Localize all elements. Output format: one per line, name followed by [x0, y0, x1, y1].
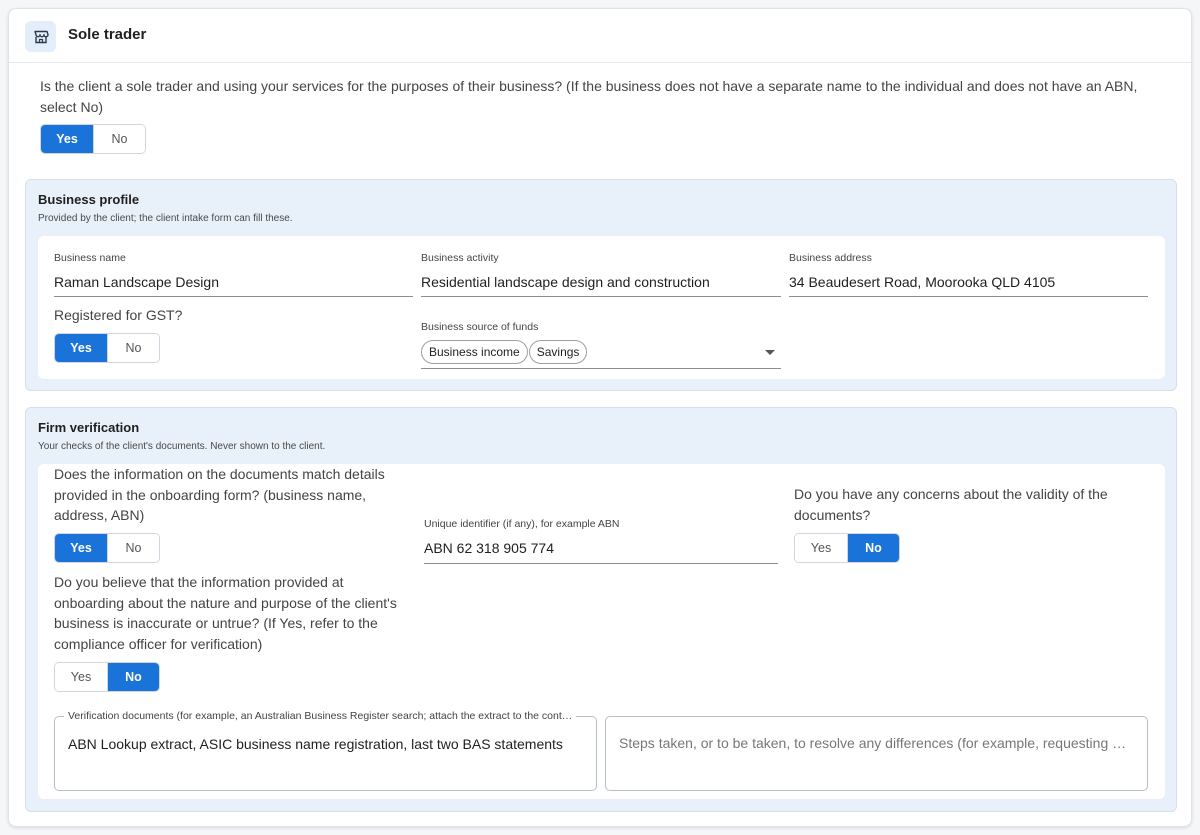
source-chip[interactable]: Savings [528, 340, 588, 364]
documents-match-question: Does the information on the documents ma… [54, 466, 385, 523]
field-label: Business activity [421, 252, 499, 264]
storefront-icon [25, 21, 56, 52]
field-value: Raman Landscape Design [54, 274, 219, 290]
documents-match-no-button[interactable]: No [107, 534, 159, 562]
inaccurate-info-yes-button[interactable]: Yes [55, 663, 107, 691]
source-chip[interactable]: Business income [421, 340, 528, 364]
field-label: Business name [54, 252, 126, 264]
sole-trader-card: Sole trader Is the client a sole trader … [8, 8, 1192, 827]
documents-match-yes-button[interactable]: Yes [55, 534, 107, 562]
steps-taken-placeholder: Steps taken, or to be taken, to resolve … [619, 735, 1127, 751]
field-label: Unique identifier (if any), for example … [424, 518, 620, 530]
validity-concerns-toggle: Yes No [794, 533, 900, 563]
card-header: Sole trader [9, 9, 1191, 63]
field-label: Business address [789, 252, 872, 264]
sole-trader-toggle: Yes No [40, 124, 146, 154]
chevron-down-icon[interactable] [765, 350, 775, 355]
field-value: ABN Lookup extract, ASIC business name r… [68, 736, 563, 752]
section-title: Firm verification [38, 420, 140, 435]
field-label: Verification documents (for example, an … [64, 710, 577, 722]
section-subtitle: Your checks of the client's documents. N… [38, 441, 326, 452]
source-of-funds-select[interactable]: Business source of funds Business income… [421, 321, 781, 370]
validity-concerns-yes-button[interactable]: Yes [795, 534, 847, 562]
field-label: Business source of funds [421, 321, 539, 333]
chip-list: Business income Savings [421, 340, 588, 364]
firm-verification-section: Firm verification Your checks of the cli… [25, 407, 1177, 812]
inaccurate-info-question: Do you believe that the information prov… [54, 574, 397, 652]
verification-documents-field[interactable]: Verification documents (for example, an … [54, 710, 597, 791]
sole-trader-no-button[interactable]: No [93, 125, 145, 153]
field-value: 34 Beaudesert Road, Moorooka QLD 4105 [789, 274, 1056, 290]
field-value: ABN 62 318 905 774 [424, 540, 554, 556]
steps-taken-field[interactable]: Steps taken, or to be taken, to resolve … [605, 716, 1148, 791]
page-title: Sole trader [68, 26, 147, 43]
inaccurate-info-no-button[interactable]: No [107, 663, 159, 691]
business-profile-section: Business profile Provided by the client;… [25, 179, 1177, 391]
field-underline [421, 296, 781, 297]
field-underline [424, 563, 778, 564]
sole-trader-question: Is the client a sole trader and using yo… [40, 78, 1138, 115]
field-underline [789, 296, 1148, 297]
unique-identifier-field[interactable]: Unique identifier (if any), for example … [424, 518, 778, 564]
business-address-field[interactable]: Business address 34 Beaudesert Road, Moo… [789, 252, 1148, 297]
validity-concerns-no-button[interactable]: No [847, 534, 899, 562]
inaccurate-info-toggle: Yes No [54, 662, 160, 692]
section-title: Business profile [38, 192, 140, 207]
gst-toggle: Yes No [54, 333, 160, 363]
sole-trader-yes-button[interactable]: Yes [41, 125, 93, 153]
gst-question: Registered for GST? [54, 307, 183, 323]
field-underline [421, 368, 781, 369]
gst-no-button[interactable]: No [107, 334, 159, 362]
gst-yes-button[interactable]: Yes [55, 334, 107, 362]
business-activity-field[interactable]: Business activity Residential landscape … [421, 252, 781, 297]
firm-verification-panel: Does the information on the documents ma… [38, 464, 1165, 799]
business-name-field[interactable]: Business name Raman Landscape Design [54, 252, 413, 297]
documents-match-toggle: Yes No [54, 533, 160, 563]
field-underline [54, 296, 413, 297]
section-subtitle: Provided by the client; the client intak… [38, 213, 293, 224]
validity-concerns-question: Do you have any concerns about the valid… [794, 486, 1108, 523]
business-profile-panel: Business name Raman Landscape Design Bus… [38, 236, 1165, 379]
field-value: Residential landscape design and constru… [421, 274, 710, 290]
